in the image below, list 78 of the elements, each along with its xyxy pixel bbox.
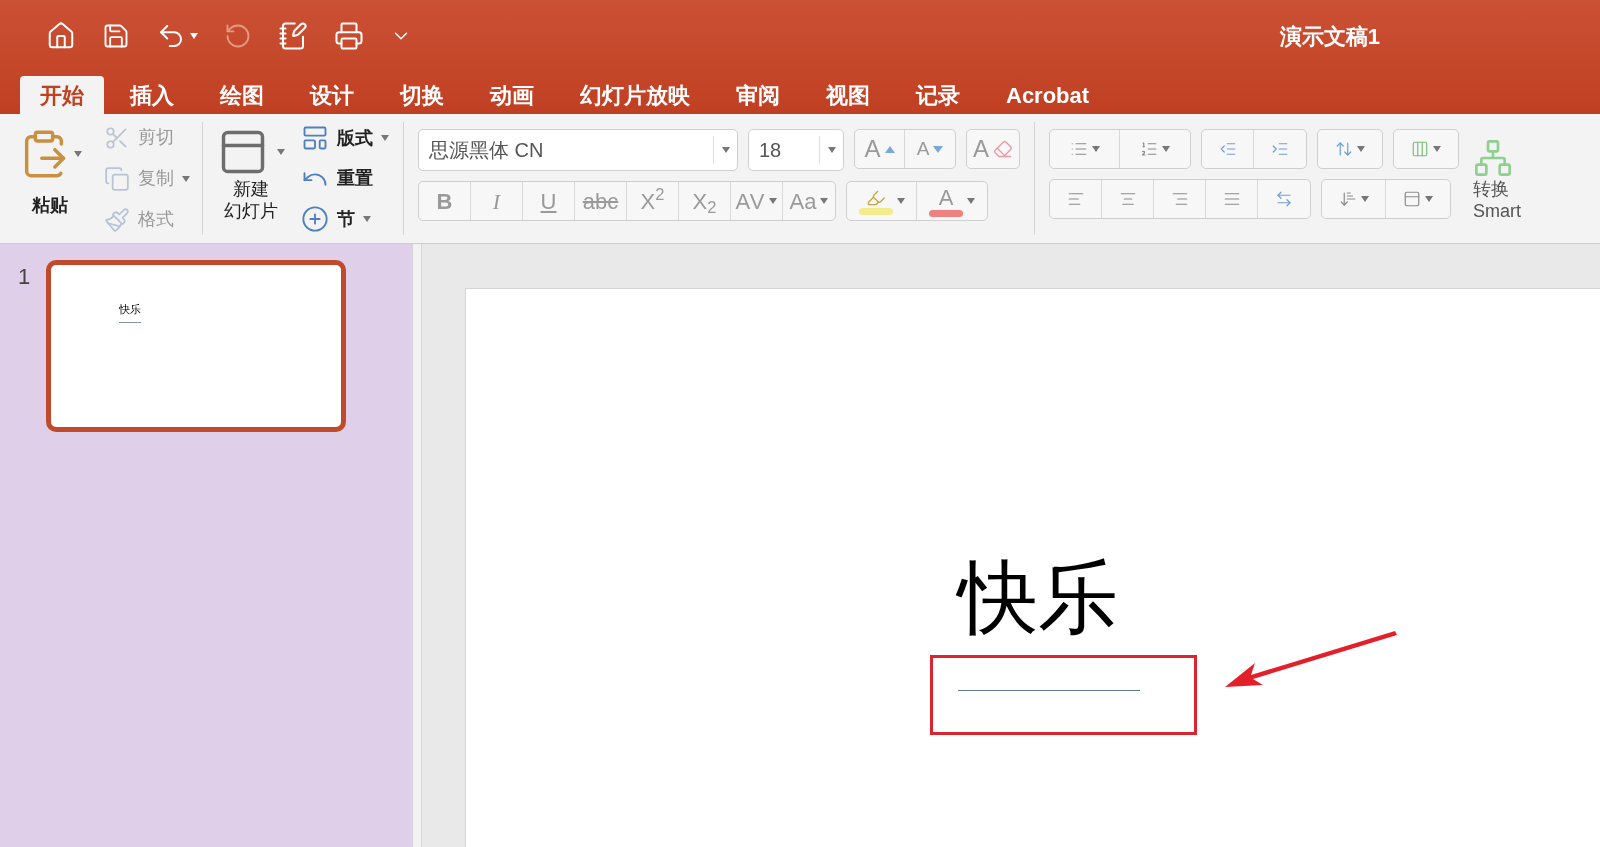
font-name-field[interactable]: 思源黑体 CN <box>418 129 738 171</box>
caret-icon <box>827 147 836 153</box>
caret-icon <box>381 135 389 141</box>
text-style-button[interactable]: U <box>523 182 575 220</box>
caret-icon <box>769 198 778 204</box>
align-center-icon <box>1118 190 1137 208</box>
numbered-list-icon <box>1140 140 1158 158</box>
caret-icon <box>182 175 190 182</box>
caret-icon <box>1360 196 1369 202</box>
format-icon <box>104 206 130 233</box>
smartart-icon <box>1473 138 1513 178</box>
caret-icon <box>1162 146 1170 152</box>
ribbon-tab[interactable]: 记录 <box>896 76 980 114</box>
home-icon <box>46 21 76 51</box>
font-color-button[interactable]: A <box>917 182 987 220</box>
ribbon-tab[interactable]: 视图 <box>806 76 890 114</box>
new-slide-button[interactable]: 新建 幻灯片 <box>217 122 285 235</box>
ribbon-tab[interactable]: 幻灯片放映 <box>560 76 710 114</box>
decrease-indent-icon <box>1218 140 1237 158</box>
font-size-field[interactable]: 18 <box>748 129 844 171</box>
text-style-button[interactable]: abc <box>575 182 627 220</box>
caret-icon <box>1425 196 1433 202</box>
slide-option[interactable]: 节 <box>301 205 389 233</box>
caret-icon <box>277 149 285 155</box>
ribbon-tab[interactable]: 审阅 <box>716 76 800 114</box>
window-title: 演示文稿1 <box>1279 22 1380 51</box>
align-right-icon <box>1170 190 1189 208</box>
caret-icon <box>1433 146 1441 152</box>
increase-indent-icon <box>1271 140 1289 158</box>
slide-number: 1 <box>18 263 31 291</box>
grow-font-button[interactable]: A <box>855 130 905 168</box>
ribbon-tab[interactable]: 插入 <box>110 76 194 114</box>
save-icon <box>102 22 130 50</box>
caret-icon <box>74 151 82 157</box>
ribbon-tab[interactable]: 开始 <box>20 76 104 114</box>
smartart-button[interactable]: 转换 Smart <box>1473 122 1521 235</box>
text-style-button[interactable]: B <box>419 182 471 220</box>
caret-icon <box>363 216 371 222</box>
ribbon-tab[interactable]: 动画 <box>470 76 554 114</box>
ribbon-tab[interactable]: Acrobat <box>986 76 1110 114</box>
caret-icon <box>1091 146 1100 152</box>
print-icon <box>334 21 364 51</box>
slide-option[interactable]: 重置 <box>301 164 389 193</box>
align-left-icon <box>1066 190 1085 208</box>
text-style-button[interactable]: Aa <box>783 182 835 220</box>
up-arrow-icon <box>884 145 895 153</box>
shrink-font-button[interactable]: A <box>905 130 955 168</box>
columns-icon <box>1411 140 1429 158</box>
distribute-icon <box>1275 190 1293 208</box>
ribbon-tab[interactable]: 绘图 <box>200 76 284 114</box>
ribbon-tab[interactable]: 设计 <box>290 76 374 114</box>
bullet-list-icon <box>1069 140 1088 158</box>
justify-icon <box>1222 190 1241 208</box>
layout-icon <box>301 124 329 152</box>
slide-option[interactable]: 版式 <box>301 124 389 152</box>
text-direction-icon <box>1338 190 1357 208</box>
down-arrow-icon <box>933 145 944 153</box>
caret-icon <box>967 198 975 204</box>
text-style-button[interactable]: I <box>471 182 523 220</box>
redo-icon <box>224 22 252 50</box>
text-style-button[interactable]: X$_{2}$ <box>679 182 731 220</box>
slide-title: 快乐 <box>958 553 1118 643</box>
caret-icon <box>190 33 198 39</box>
text-style-button[interactable]: AV <box>731 182 783 220</box>
caret-icon <box>820 198 829 204</box>
caret-icon <box>896 198 905 204</box>
caret-icon <box>1357 146 1365 152</box>
edit-icon <box>278 21 308 51</box>
line-spacing-icon <box>1335 140 1353 158</box>
paste-button[interactable]: 粘贴 <box>18 122 82 235</box>
section-icon <box>301 205 329 233</box>
copy-icon <box>104 165 130 192</box>
eraser-icon <box>993 139 1013 159</box>
slide-thumbnail[interactable]: 快乐 <box>46 260 347 432</box>
caret-icon <box>721 147 730 153</box>
clear-format-button[interactable]: A <box>967 130 1019 168</box>
ribbon-tab[interactable]: 切换 <box>380 76 464 114</box>
text-style-button[interactable]: X$^{2}$ <box>627 182 679 220</box>
